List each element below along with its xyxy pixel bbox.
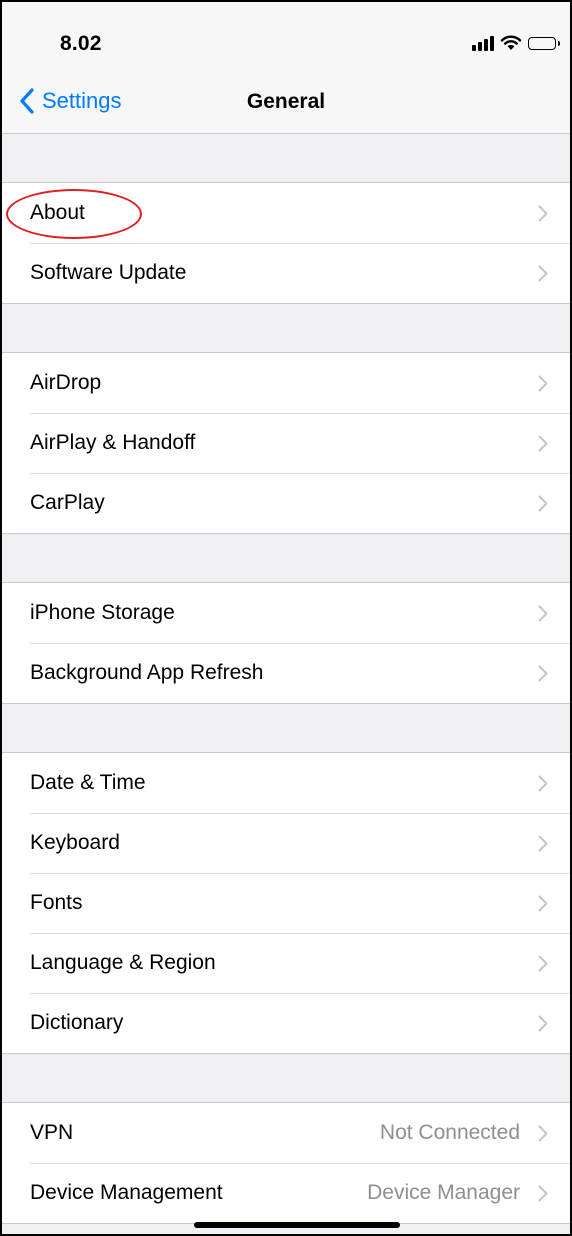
row-label: Date & Time <box>30 771 146 794</box>
settings-group-4: Date & Time Keyboard Fonts Language & Re… <box>2 752 570 1054</box>
chevron-right-icon <box>538 835 548 852</box>
settings-group-1: About Software Update <box>2 182 570 304</box>
row-label: iPhone Storage <box>30 601 175 624</box>
wifi-icon <box>500 35 522 50</box>
section-spacer <box>2 1054 570 1102</box>
row-background-app-refresh[interactable]: Background App Refresh <box>2 643 570 703</box>
settings-list: About Software Update AirDrop AirPlay & … <box>2 134 570 1224</box>
row-label: Dictionary <box>30 1011 124 1034</box>
chevron-right-icon <box>538 1015 548 1032</box>
chevron-right-icon <box>538 665 548 682</box>
chevron-right-icon <box>538 435 548 452</box>
status-bar: 8.02 <box>2 2 570 68</box>
phone-screen: 8.02 Settings General About Software Upd… <box>0 0 572 1236</box>
section-spacer <box>2 534 570 582</box>
row-label: Device Management <box>30 1181 223 1204</box>
battery-icon <box>528 36 560 50</box>
chevron-right-icon <box>538 495 548 512</box>
row-device-management[interactable]: Device Management Device Manager <box>2 1163 570 1223</box>
status-icons <box>472 32 560 54</box>
chevron-right-icon <box>538 895 548 912</box>
row-label: Software Update <box>30 261 187 284</box>
settings-group-2: AirDrop AirPlay & Handoff CarPlay <box>2 352 570 534</box>
settings-group-5: VPN Not Connected Device Management Devi… <box>2 1102 570 1224</box>
status-time: 8.02 <box>60 32 102 55</box>
row-carplay[interactable]: CarPlay <box>2 473 570 533</box>
chevron-right-icon <box>538 205 548 222</box>
row-airdrop[interactable]: AirDrop <box>2 353 570 413</box>
row-label: VPN <box>30 1121 74 1144</box>
row-label: Language & Region <box>30 951 216 974</box>
chevron-right-icon <box>538 375 548 392</box>
chevron-right-icon <box>538 265 548 282</box>
row-iphone-storage[interactable]: iPhone Storage <box>2 583 570 643</box>
row-language-region[interactable]: Language & Region <box>2 933 570 993</box>
row-fonts[interactable]: Fonts <box>2 873 570 933</box>
chevron-right-icon <box>538 775 548 792</box>
row-airplay-handoff[interactable]: AirPlay & Handoff <box>2 413 570 473</box>
row-vpn[interactable]: VPN Not Connected <box>2 1103 570 1163</box>
section-spacer <box>2 704 570 752</box>
chevron-right-icon <box>538 1185 548 1202</box>
home-indicator[interactable] <box>194 1222 400 1228</box>
settings-group-3: iPhone Storage Background App Refresh <box>2 582 570 704</box>
row-label: Keyboard <box>30 831 120 854</box>
row-date-time[interactable]: Date & Time <box>2 753 570 813</box>
row-label: CarPlay <box>30 491 105 514</box>
row-label: Fonts <box>30 891 83 914</box>
row-detail-status: Not Connected <box>379 1121 520 1144</box>
page-title: General <box>246 90 326 113</box>
section-spacer <box>2 304 570 352</box>
row-detail-status: Device Manager <box>367 1181 520 1204</box>
row-dictionary[interactable]: Dictionary <box>2 993 570 1053</box>
row-label: AirDrop <box>30 371 102 394</box>
section-spacer <box>2 134 570 182</box>
row-about[interactable]: About <box>2 183 570 243</box>
row-software-update[interactable]: Software Update <box>2 243 570 303</box>
row-keyboard[interactable]: Keyboard <box>2 813 570 873</box>
cellular-signal-icon <box>472 35 494 51</box>
navigation-bar: Settings General <box>2 68 570 134</box>
row-label: About <box>30 201 85 224</box>
row-label: Background App Refresh <box>30 661 264 684</box>
chevron-right-icon <box>538 1125 548 1142</box>
chevron-right-icon <box>538 955 548 972</box>
chevron-right-icon <box>538 605 548 622</box>
row-label: AirPlay & Handoff <box>30 431 196 454</box>
